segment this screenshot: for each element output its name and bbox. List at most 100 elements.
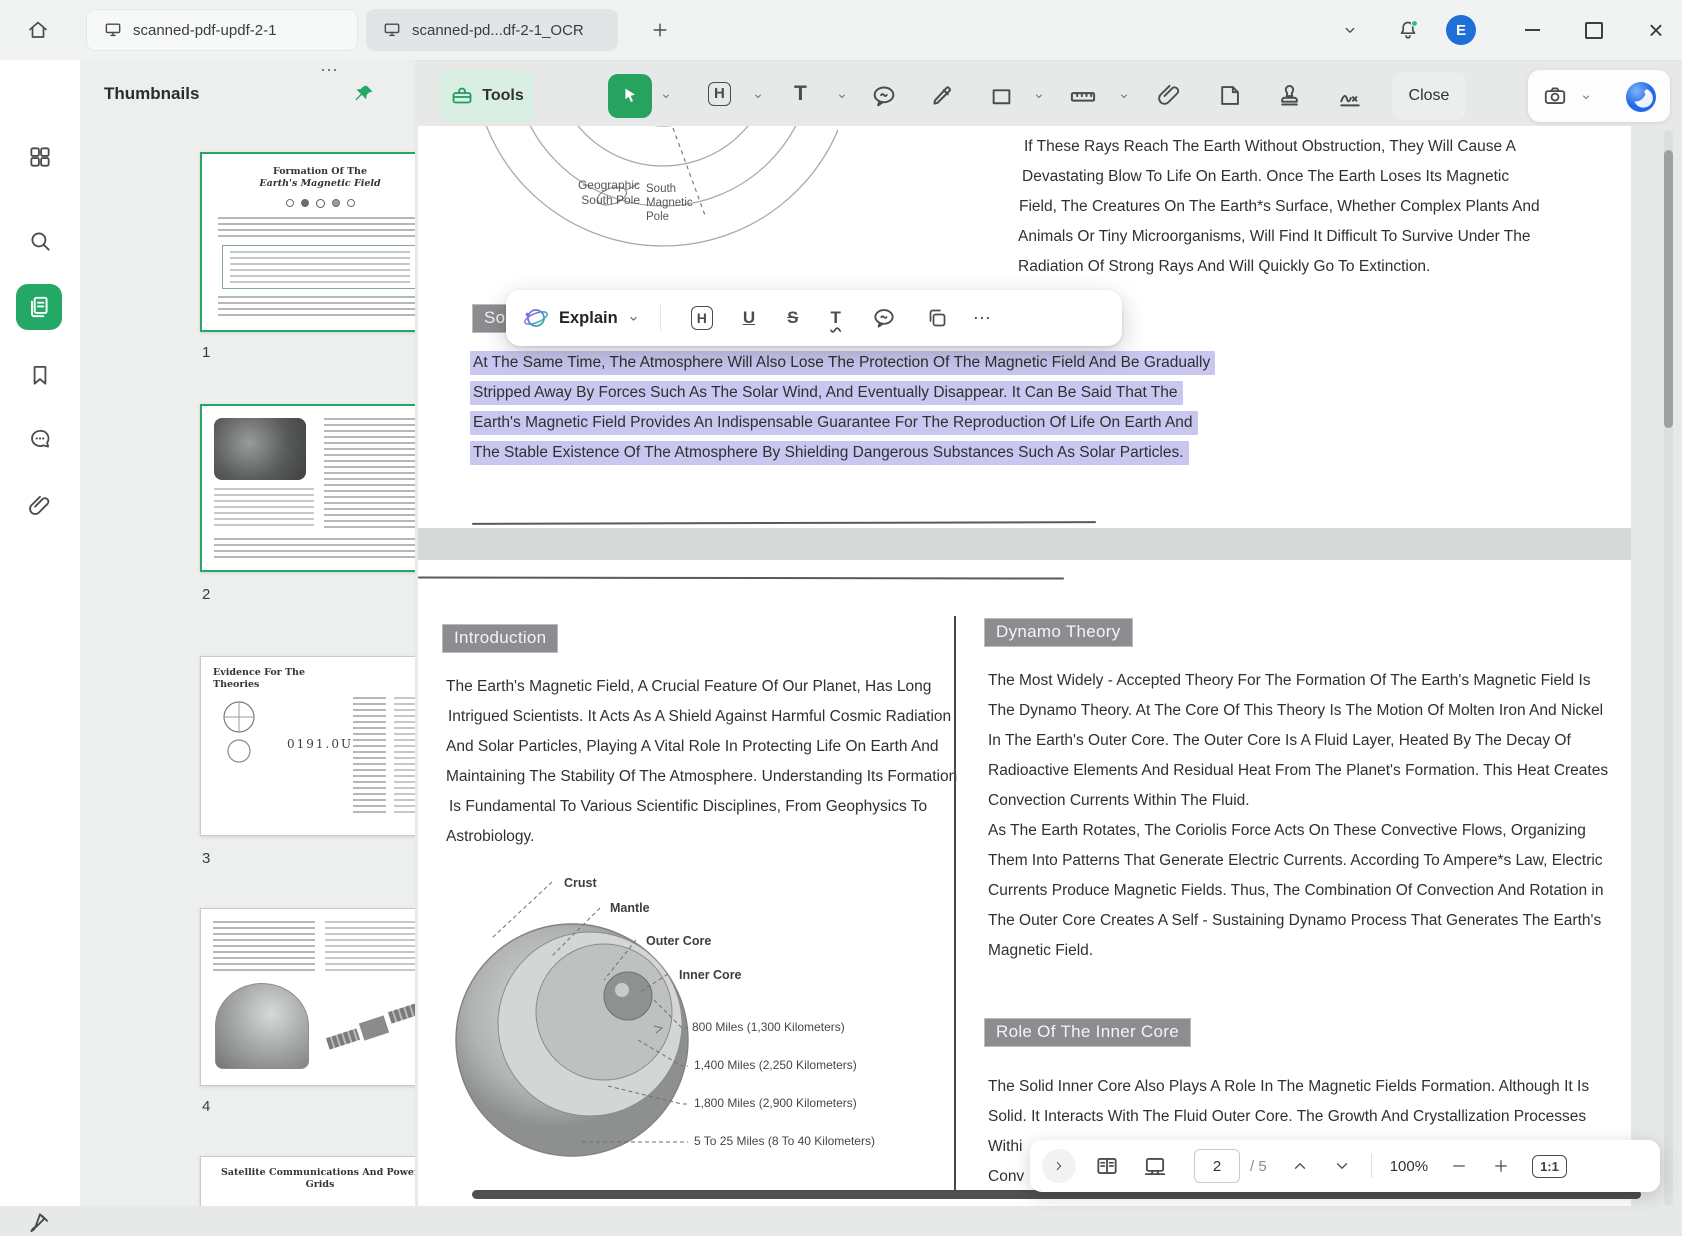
strikethrough-button[interactable]: S [787, 308, 798, 328]
search-button[interactable] [27, 228, 53, 254]
thumbnail-page-1[interactable]: Formation Of The Earth's Magnetic Field [200, 152, 415, 332]
thumbnail-page-5[interactable]: Satellite Communications And Power Grids [200, 1156, 415, 1206]
maximize-button[interactable] [1574, 10, 1614, 50]
diagram-label-mantle: Mantle [610, 901, 650, 915]
highlight-button[interactable]: H [691, 306, 713, 330]
selected-line: The Stable Existence Of The Atmosphere B… [470, 441, 1189, 465]
cursor-icon [619, 85, 641, 107]
actual-size-button[interactable]: 1:1 [1532, 1155, 1567, 1178]
thumb-digits-wrap: 0191.0U [287, 697, 345, 815]
explain-ai-button[interactable]: Explain [522, 304, 640, 332]
signature-tools-button[interactable] [27, 1210, 53, 1236]
comment-button[interactable] [871, 305, 897, 331]
thumbnail-page-4[interactable] [200, 908, 415, 1086]
tab-label: scanned-pd...df-2-1_OCR [412, 22, 584, 39]
close-window-button[interactable]: × [1636, 10, 1676, 50]
zoom-out-button[interactable] [1450, 1157, 1468, 1175]
thumb-content-lines [218, 296, 415, 320]
previous-page-button[interactable] [1291, 1157, 1309, 1175]
brush-icon [27, 1210, 53, 1236]
next-page-button[interactable] [1333, 1157, 1351, 1175]
plus-icon [650, 20, 670, 40]
text-tool-button[interactable]: T [794, 82, 807, 106]
more-actions-button[interactable]: ⋯ [973, 308, 993, 329]
body-text-line: Magnetic Field. [988, 936, 1093, 966]
copy-button[interactable] [925, 306, 949, 330]
body-text-line: Devastating Blow To Life On Earth. Once … [1022, 162, 1509, 192]
bell-icon [1396, 18, 1420, 42]
highlight-tool-button[interactable]: H [708, 82, 731, 106]
comment-tool-button[interactable] [870, 82, 898, 110]
shape-tool-chevron[interactable] [1033, 90, 1045, 102]
panel-drag-handle[interactable]: ⋯ [308, 60, 352, 81]
text-tool-chevron[interactable] [836, 90, 848, 102]
thumb-content-lines [353, 697, 415, 815]
sticker-tool-button[interactable] [1216, 82, 1243, 109]
vertical-scrollbar-thumb[interactable] [1664, 150, 1673, 428]
avatar[interactable]: E [1446, 15, 1476, 45]
page-number-input[interactable] [1194, 1149, 1240, 1183]
snapshot-camera-button[interactable] [1542, 83, 1568, 109]
underline-button[interactable]: U [743, 308, 755, 328]
attach-tool-button[interactable] [1156, 82, 1183, 109]
close-editor-button[interactable]: Close [1392, 72, 1466, 120]
tab-list-button[interactable] [1330, 10, 1370, 50]
body-text-line: Is Fundamental To Various Scientific Dis… [449, 792, 927, 822]
apps-grid-button[interactable] [27, 144, 53, 170]
shape-tool-button[interactable] [988, 83, 1015, 110]
diagram-label-outer-core: Outer Core [646, 934, 711, 948]
ai-assistant-button[interactable] [1622, 78, 1660, 116]
presentation-view-button[interactable] [1142, 1153, 1168, 1179]
diagram-measurement: 1,400 Miles (2,250 Kilometers) [694, 1058, 857, 1072]
home-button[interactable] [18, 10, 58, 50]
thumb-image-earth-cutaway [215, 983, 309, 1069]
select-tool-button[interactable] [608, 74, 652, 118]
attachments-button[interactable] [27, 493, 53, 519]
label-geographic-south-pole: GeographicSouth Pole [530, 178, 640, 208]
thumb-content-lines [218, 217, 415, 239]
notifications-button[interactable] [1388, 10, 1428, 50]
select-tool-chevron[interactable] [660, 90, 672, 102]
body-text-line: The Solid Inner Core Also Plays A Role I… [988, 1072, 1589, 1102]
stamp-tool-button[interactable] [1276, 82, 1303, 109]
pin-panel-button[interactable] [352, 82, 376, 106]
highlight-tool-chevron[interactable] [752, 90, 764, 102]
minimize-button[interactable] [1512, 10, 1552, 50]
thumbnail-page-2[interactable] [200, 404, 415, 572]
selected-text-block[interactable]: At The Same Time, The Atmosphere Will Al… [470, 348, 1215, 468]
tools-button[interactable]: Tools [440, 70, 534, 122]
expand-panel-button[interactable] [1042, 1149, 1076, 1183]
tab-document-1[interactable]: scanned-pdf-updf-2-1 [86, 9, 358, 51]
page-total-label: / 5 [1250, 1158, 1267, 1175]
thumbnail-page-3[interactable]: Evidence For The Theories 0191.0U [200, 656, 415, 836]
maximize-icon [1585, 22, 1603, 39]
thumbnails-panel-button[interactable] [16, 284, 62, 330]
body-text-line: Intrigued Scientists. It Acts As A Shiel… [448, 702, 951, 732]
measure-tool-chevron[interactable] [1118, 90, 1130, 102]
thumb-image-earth [214, 418, 314, 530]
thumb-content-box [222, 245, 415, 289]
zoom-in-button[interactable] [1492, 1157, 1510, 1175]
signature-tool-button[interactable] [1336, 82, 1364, 110]
pdf-page-2: Introduction The Earth's Magnetic Field,… [418, 560, 1631, 1206]
bookmarks-button[interactable] [27, 362, 53, 388]
comments-button[interactable] [27, 426, 53, 452]
thumb-page-number: 1 [202, 344, 210, 361]
pen-tool-button[interactable] [928, 82, 956, 110]
measure-tool-button[interactable] [1068, 82, 1098, 110]
tab-document-2-active[interactable]: scanned-pd...df-2-1_OCR [366, 9, 618, 51]
body-text-line: Maintaining The Stability Of The Atmosph… [446, 762, 957, 792]
body-text-line: The Outer Core Creates A Self - Sustaini… [988, 906, 1601, 936]
squiggly-button[interactable]: T [830, 308, 840, 328]
right-toolbar-group [1528, 70, 1670, 122]
body-text-line: Animals Or Tiny Microorganisms, Will Fin… [1018, 222, 1531, 252]
body-text-line: If These Rays Reach The Earth Without Ob… [1024, 132, 1516, 162]
two-page-view-button[interactable] [1094, 1153, 1120, 1179]
body-text-line: As The Earth Rotates, The Coriolis Force… [988, 816, 1586, 846]
body-text-line: The Earth's Magnetic Field, A Crucial Fe… [446, 672, 931, 702]
zoom-level-label[interactable]: 100% [1390, 1158, 1428, 1175]
body-text-line: Field, The Creatures On The Earth*s Surf… [1019, 192, 1540, 222]
snapshot-chevron[interactable] [1580, 91, 1592, 103]
new-tab-button[interactable] [640, 10, 680, 50]
body-text-line: Astrobiology. [446, 822, 534, 852]
